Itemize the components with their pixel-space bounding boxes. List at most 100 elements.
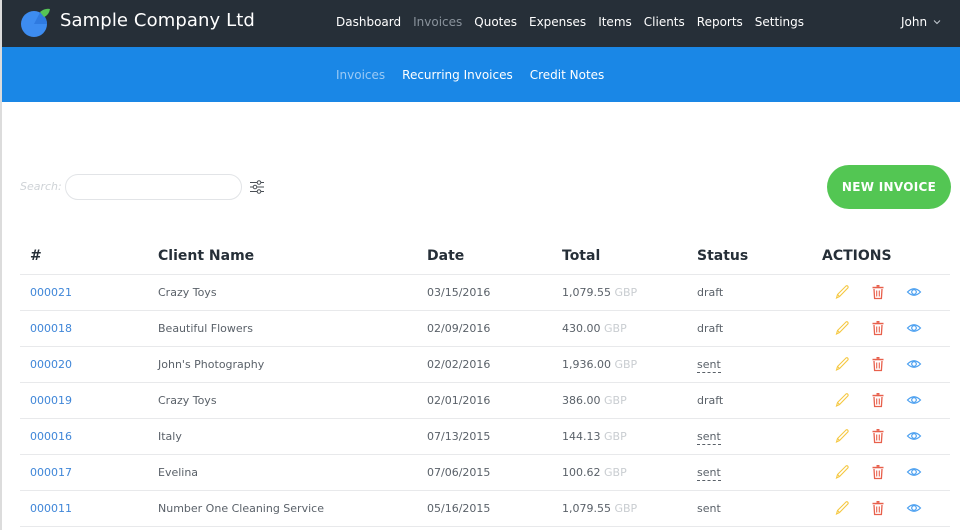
column-header-number[interactable]: # — [20, 238, 148, 275]
table-row: 000020 John's Photography 02/02/2016 1,9… — [20, 346, 950, 383]
amount: 386.00 — [562, 393, 601, 407]
table-row: 000018 Beautiful Flowers 02/09/2016 430.… — [20, 310, 950, 347]
row-actions — [822, 284, 950, 300]
nav-dashboard[interactable]: Dashboard — [336, 15, 401, 29]
pencil-icon[interactable] — [834, 356, 850, 372]
invoice-number-link[interactable]: 000020 — [30, 358, 72, 371]
subnav-credit-notes[interactable]: Credit Notes — [530, 68, 605, 82]
invoice-number-link[interactable]: 000019 — [30, 394, 72, 407]
trash-icon[interactable] — [870, 392, 886, 408]
table-row: 000021 Crazy Toys 03/15/2016 1,079.55 GB… — [20, 274, 950, 311]
nav-items[interactable]: Items — [598, 15, 632, 29]
client-name: Beautiful Flowers — [148, 310, 417, 347]
nav-quotes[interactable]: Quotes — [474, 15, 517, 29]
row-actions — [822, 356, 950, 372]
sliders-icon[interactable] — [249, 179, 265, 195]
column-header-actions: ACTIONS — [812, 238, 950, 275]
row-actions — [822, 392, 950, 408]
invoice-number-link[interactable]: 000021 — [30, 286, 72, 299]
pencil-icon[interactable] — [834, 320, 850, 336]
client-name: John's Photography — [148, 346, 417, 383]
eye-icon[interactable] — [906, 356, 922, 372]
column-header-total[interactable]: Total — [552, 238, 687, 275]
main-nav: Dashboard Invoices Quotes Expenses Items… — [336, 15, 816, 29]
user-menu[interactable]: John — [901, 15, 941, 29]
pencil-icon[interactable] — [834, 464, 850, 480]
subnav-invoices[interactable]: Invoices — [336, 68, 385, 82]
nav-reports[interactable]: Reports — [697, 15, 743, 29]
client-name: Crazy Toys — [148, 382, 417, 419]
status-label: draft — [697, 285, 724, 299]
table-row: 000016 Italy 07/13/2015 144.13 GBP sent — [20, 418, 950, 455]
invoice-number-link[interactable]: 000016 — [30, 430, 72, 443]
nav-expenses[interactable]: Expenses — [529, 15, 586, 29]
pencil-icon[interactable] — [834, 284, 850, 300]
row-actions — [822, 464, 950, 480]
pencil-icon[interactable] — [834, 428, 850, 444]
client-name: Italy — [148, 418, 417, 455]
nav-settings[interactable]: Settings — [755, 15, 804, 29]
new-invoice-button[interactable]: NEW INVOICE — [827, 165, 951, 209]
status-label: sent — [697, 501, 721, 515]
invoice-total: 386.00 GBP — [552, 382, 687, 419]
sub-navbar: Invoices Recurring Invoices Credit Notes — [2, 47, 960, 102]
trash-icon[interactable] — [870, 284, 886, 300]
company-logo-icon — [21, 8, 50, 37]
eye-icon[interactable] — [906, 500, 922, 516]
eye-icon[interactable] — [906, 464, 922, 480]
user-name: John — [901, 15, 928, 29]
invoice-total: 144.13 GBP — [552, 418, 687, 455]
sub-nav: Invoices Recurring Invoices Credit Notes — [336, 68, 621, 82]
eye-icon[interactable] — [906, 320, 922, 336]
pencil-icon[interactable] — [834, 500, 850, 516]
nav-invoices[interactable]: Invoices — [413, 15, 462, 29]
invoice-total: 1,079.55 GBP — [552, 274, 687, 311]
eye-icon[interactable] — [906, 284, 922, 300]
row-actions — [822, 320, 950, 336]
amount: 100.62 — [562, 465, 601, 479]
invoice-total: 430.00 GBP — [552, 310, 687, 347]
row-actions — [822, 428, 950, 444]
table-row: 000017 Evelina 07/06/2015 100.62 GBP sen… — [20, 454, 950, 491]
trash-icon[interactable] — [870, 464, 886, 480]
trash-icon[interactable] — [870, 428, 886, 444]
trash-icon[interactable] — [870, 500, 886, 516]
table-row: 000019 Crazy Toys 02/01/2016 386.00 GBP … — [20, 382, 950, 419]
currency: GBP — [604, 429, 627, 443]
invoice-date: 02/02/2016 — [417, 346, 552, 383]
nav-clients[interactable]: Clients — [644, 15, 685, 29]
subnav-recurring-invoices[interactable]: Recurring Invoices — [402, 68, 513, 82]
chevron-down-icon — [933, 20, 941, 25]
table-header-row: # Client Name Date Total Status ACTIONS — [20, 238, 950, 275]
row-actions — [822, 500, 950, 516]
eye-icon[interactable] — [906, 392, 922, 408]
invoice-date: 07/13/2015 — [417, 418, 552, 455]
search-input[interactable] — [65, 174, 242, 200]
amount: 1,936.00 — [562, 357, 611, 371]
invoice-date: 05/16/2015 — [417, 490, 552, 527]
brand-name[interactable]: Sample Company Ltd — [60, 10, 255, 31]
currency: GBP — [614, 501, 638, 515]
currency: GBP — [614, 357, 638, 371]
column-header-client[interactable]: Client Name — [148, 238, 417, 275]
invoice-date: 03/15/2016 — [417, 274, 552, 311]
invoice-date: 07/06/2015 — [417, 454, 552, 491]
status-label: sent — [697, 357, 721, 373]
column-header-status[interactable]: Status — [687, 238, 812, 275]
amount: 1,079.55 — [562, 501, 611, 515]
invoice-number-link[interactable]: 000018 — [30, 322, 72, 335]
invoice-date: 02/09/2016 — [417, 310, 552, 347]
invoice-total: 1,079.55 GBP — [552, 490, 687, 527]
trash-icon[interactable] — [870, 320, 886, 336]
pencil-icon[interactable] — [834, 392, 850, 408]
trash-icon[interactable] — [870, 356, 886, 372]
status-label: sent — [697, 465, 721, 481]
invoice-number-link[interactable]: 000011 — [30, 502, 72, 515]
table-row: 000011 Number One Cleaning Service 05/16… — [20, 490, 950, 527]
client-name: Number One Cleaning Service — [148, 490, 417, 527]
status-label: draft — [697, 393, 724, 407]
invoice-number-link[interactable]: 000017 — [30, 466, 72, 479]
column-header-date[interactable]: Date — [417, 238, 552, 275]
eye-icon[interactable] — [906, 428, 922, 444]
top-navbar: Sample Company Ltd Dashboard Invoices Qu… — [2, 0, 960, 47]
